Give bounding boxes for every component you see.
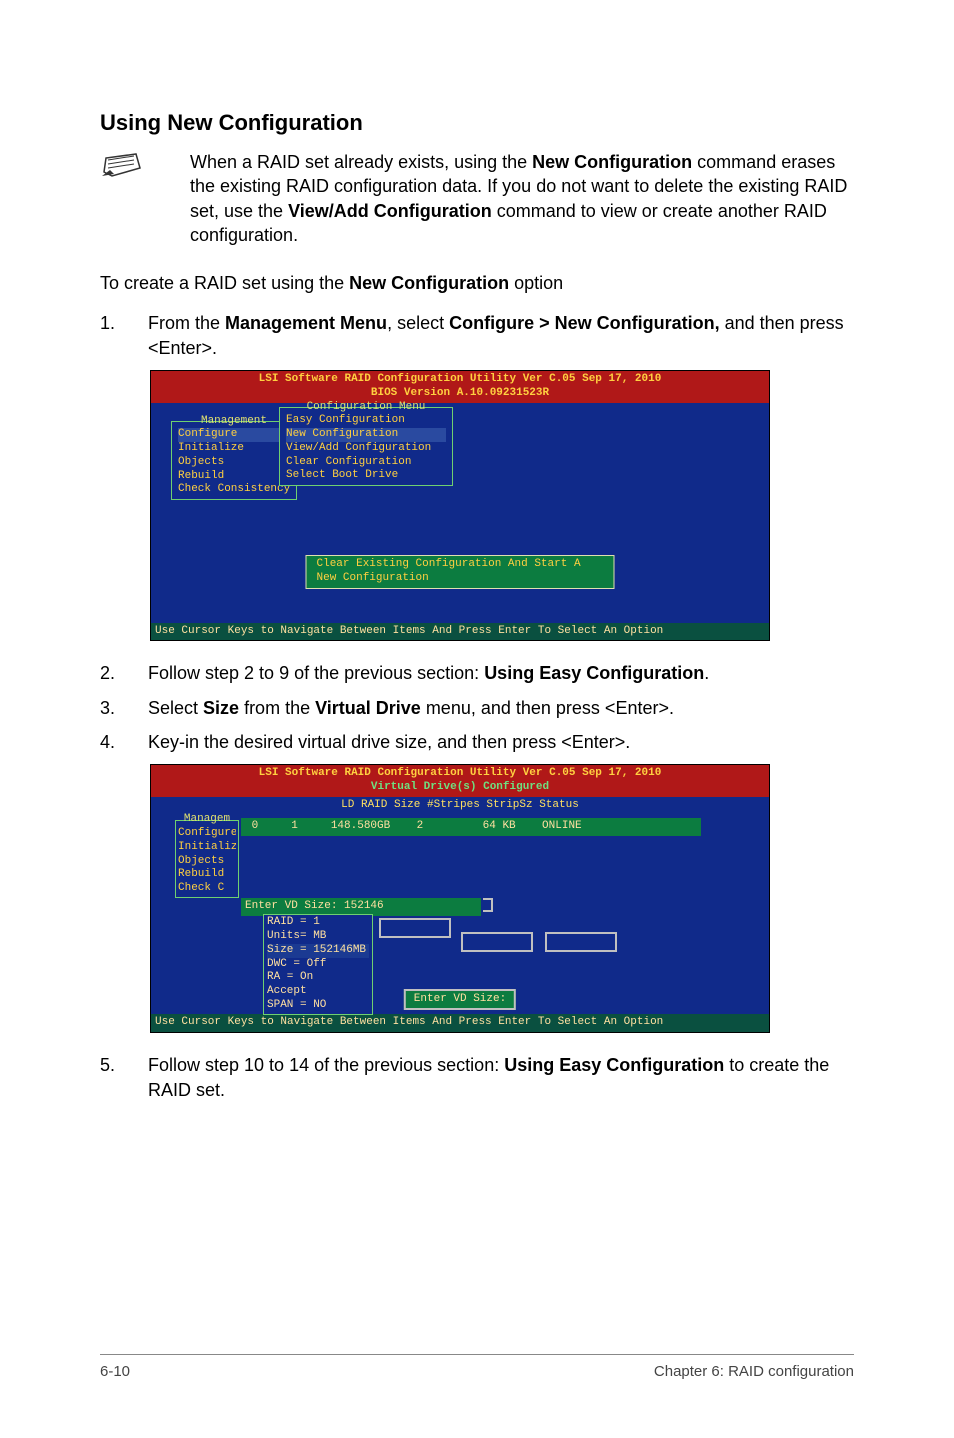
bios2-subtitle: Virtual Drive(s) Configured bbox=[153, 781, 767, 795]
s2-b1: Using Easy Configuration bbox=[484, 663, 704, 683]
s3-b2: Virtual Drive bbox=[315, 698, 421, 718]
intro-t1: To create a RAID set using the bbox=[100, 273, 349, 293]
cfg-item-boot[interactable]: Select Boot Drive bbox=[286, 469, 446, 483]
chapter-label: Chapter 6: RAID configuration bbox=[654, 1363, 854, 1380]
configuration-menu: Configuration Menu Easy Configuration Ne… bbox=[279, 407, 453, 487]
cfg-label: Configuration Menu bbox=[286, 401, 446, 415]
step-body: Key-in the desired virtual drive size, a… bbox=[148, 730, 854, 754]
bios2-footer: Use Cursor Keys to Navigate Between Item… bbox=[151, 1014, 769, 1032]
step-body: Select Size from the Virtual Drive menu,… bbox=[148, 696, 854, 720]
mgmt-item-configure[interactable]: Configure bbox=[178, 428, 290, 442]
step-number: 5. bbox=[100, 1053, 148, 1102]
s3-t2: from the bbox=[239, 698, 315, 718]
step-number: 1. bbox=[100, 311, 148, 360]
vd-columns: LD RAID Size #Stripes StripSz Status bbox=[151, 797, 769, 815]
s3-t3: menu, and then press <Enter>. bbox=[421, 698, 674, 718]
side-item[interactable]: Rebuild bbox=[178, 868, 236, 882]
cfg-item-clear[interactable]: Clear Configuration bbox=[286, 456, 446, 470]
s3-b1: Size bbox=[203, 698, 239, 718]
bios-title1: LSI Software RAID Configuration Utility … bbox=[153, 373, 767, 387]
prop-size[interactable]: Size = 152146MB bbox=[267, 944, 369, 958]
step-body: Follow step 10 to 14 of the previous sec… bbox=[148, 1053, 854, 1102]
s2-t1: Follow step 2 to 9 of the previous secti… bbox=[148, 663, 484, 683]
bios-footer: Use Cursor Keys to Navigate Between Item… bbox=[151, 623, 769, 641]
page-number: 6-10 bbox=[100, 1363, 130, 1380]
mgmt-item-initialize[interactable]: Initialize bbox=[178, 442, 290, 456]
note-b1: New Configuration bbox=[532, 152, 692, 172]
cfg-item-viewadd[interactable]: View/Add Configuration bbox=[286, 442, 446, 456]
side-item[interactable]: Configure bbox=[178, 827, 236, 841]
step-body: From the Management Menu, select Configu… bbox=[148, 311, 854, 360]
cursor-marker-icon bbox=[483, 898, 493, 912]
intro-t2: option bbox=[509, 273, 563, 293]
s1-b2: Configure > New Configuration, bbox=[449, 313, 720, 333]
side-item[interactable]: Check C bbox=[178, 882, 236, 896]
step-2: 2. Follow step 2 to 9 of the previous se… bbox=[100, 661, 854, 685]
step-4: 4. Key-in the desired virtual drive size… bbox=[100, 730, 854, 754]
status-message: Clear Existing Configuration And Start A… bbox=[306, 555, 615, 589]
bios2-title1: LSI Software RAID Configuration Utility … bbox=[153, 767, 767, 781]
step-body: Follow step 2 to 9 of the previous secti… bbox=[148, 661, 854, 685]
step-number: 2. bbox=[100, 661, 148, 685]
prop-accept[interactable]: Accept bbox=[267, 985, 369, 999]
notepad-icon bbox=[100, 150, 160, 185]
side-item[interactable]: Initializ bbox=[178, 841, 236, 855]
step-3: 3. Select Size from the Virtual Drive me… bbox=[100, 696, 854, 720]
step-1: 1. From the Management Menu, select Conf… bbox=[100, 311, 854, 360]
selection-box-icon bbox=[379, 918, 451, 938]
intro-b1: New Configuration bbox=[349, 273, 509, 293]
step-5: 5. Follow step 10 to 14 of the previous … bbox=[100, 1053, 854, 1102]
s2-t2: . bbox=[704, 663, 709, 683]
note-t1: When a RAID set already exists, using th… bbox=[190, 152, 532, 172]
bios-screenshot-1: LSI Software RAID Configuration Utility … bbox=[150, 370, 854, 641]
page-footer: 6-10 Chapter 6: RAID configuration bbox=[100, 1354, 854, 1380]
intro-para: To create a RAID set using the New Confi… bbox=[100, 271, 854, 295]
prop-dwc[interactable]: DWC = Off bbox=[267, 958, 369, 972]
step-number: 4. bbox=[100, 730, 148, 754]
cfg-item-easy[interactable]: Easy Configuration bbox=[286, 414, 446, 428]
vd-data-row: 0 1 148.580GB 2 64 KB ONLINE bbox=[241, 818, 701, 836]
s5-t1: Follow step 10 to 14 of the previous sec… bbox=[148, 1055, 504, 1075]
bios-titlebar: LSI Software RAID Configuration Utility … bbox=[151, 371, 769, 403]
prop-raid[interactable]: RAID = 1 bbox=[267, 916, 369, 930]
cfg-item-new[interactable]: New Configuration bbox=[286, 428, 446, 442]
mgmt-label: Management bbox=[178, 415, 290, 429]
step-number: 3. bbox=[100, 696, 148, 720]
s1-t1: From the bbox=[148, 313, 225, 333]
side-management-menu: Managem Configure Initializ Objects Rebu… bbox=[175, 820, 239, 898]
side-item[interactable]: Objects bbox=[178, 855, 236, 869]
bios-title2: BIOS Version A.10.09231523R bbox=[153, 387, 767, 401]
section-heading: Using New Configuration bbox=[100, 110, 854, 136]
note-text: When a RAID set already exists, using th… bbox=[190, 150, 854, 247]
selection-box-icon bbox=[461, 932, 533, 952]
mgmt-item-objects[interactable]: Objects bbox=[178, 456, 290, 470]
selection-box-icon bbox=[545, 932, 617, 952]
prop-ra[interactable]: RA = On bbox=[267, 971, 369, 985]
enter-vd-size-button[interactable]: Enter VD Size: bbox=[404, 989, 516, 1011]
s3-t1: Select bbox=[148, 698, 203, 718]
mgmt-item-check[interactable]: Check Consistency bbox=[178, 483, 290, 497]
vd-properties-menu: RAID = 1 Units= MB Size = 152146MB DWC =… bbox=[263, 914, 373, 1014]
bios-screenshot-2: LSI Software RAID Configuration Utility … bbox=[150, 764, 854, 1033]
bios2-titlebar: LSI Software RAID Configuration Utility … bbox=[151, 765, 769, 797]
prop-span[interactable]: SPAN = NO bbox=[267, 999, 369, 1013]
s1-b1: Management Menu bbox=[225, 313, 387, 333]
prop-units[interactable]: Units= MB bbox=[267, 930, 369, 944]
mgmt-item-rebuild[interactable]: Rebuild bbox=[178, 470, 290, 484]
s4-t1: Key-in the desired virtual drive size, a… bbox=[148, 732, 630, 752]
s1-t2: , select bbox=[387, 313, 449, 333]
note-callout: When a RAID set already exists, using th… bbox=[100, 150, 854, 247]
note-b2: View/Add Configuration bbox=[288, 201, 492, 221]
s5-b1: Using Easy Configuration bbox=[504, 1055, 724, 1075]
side-label: Managem bbox=[178, 813, 236, 827]
